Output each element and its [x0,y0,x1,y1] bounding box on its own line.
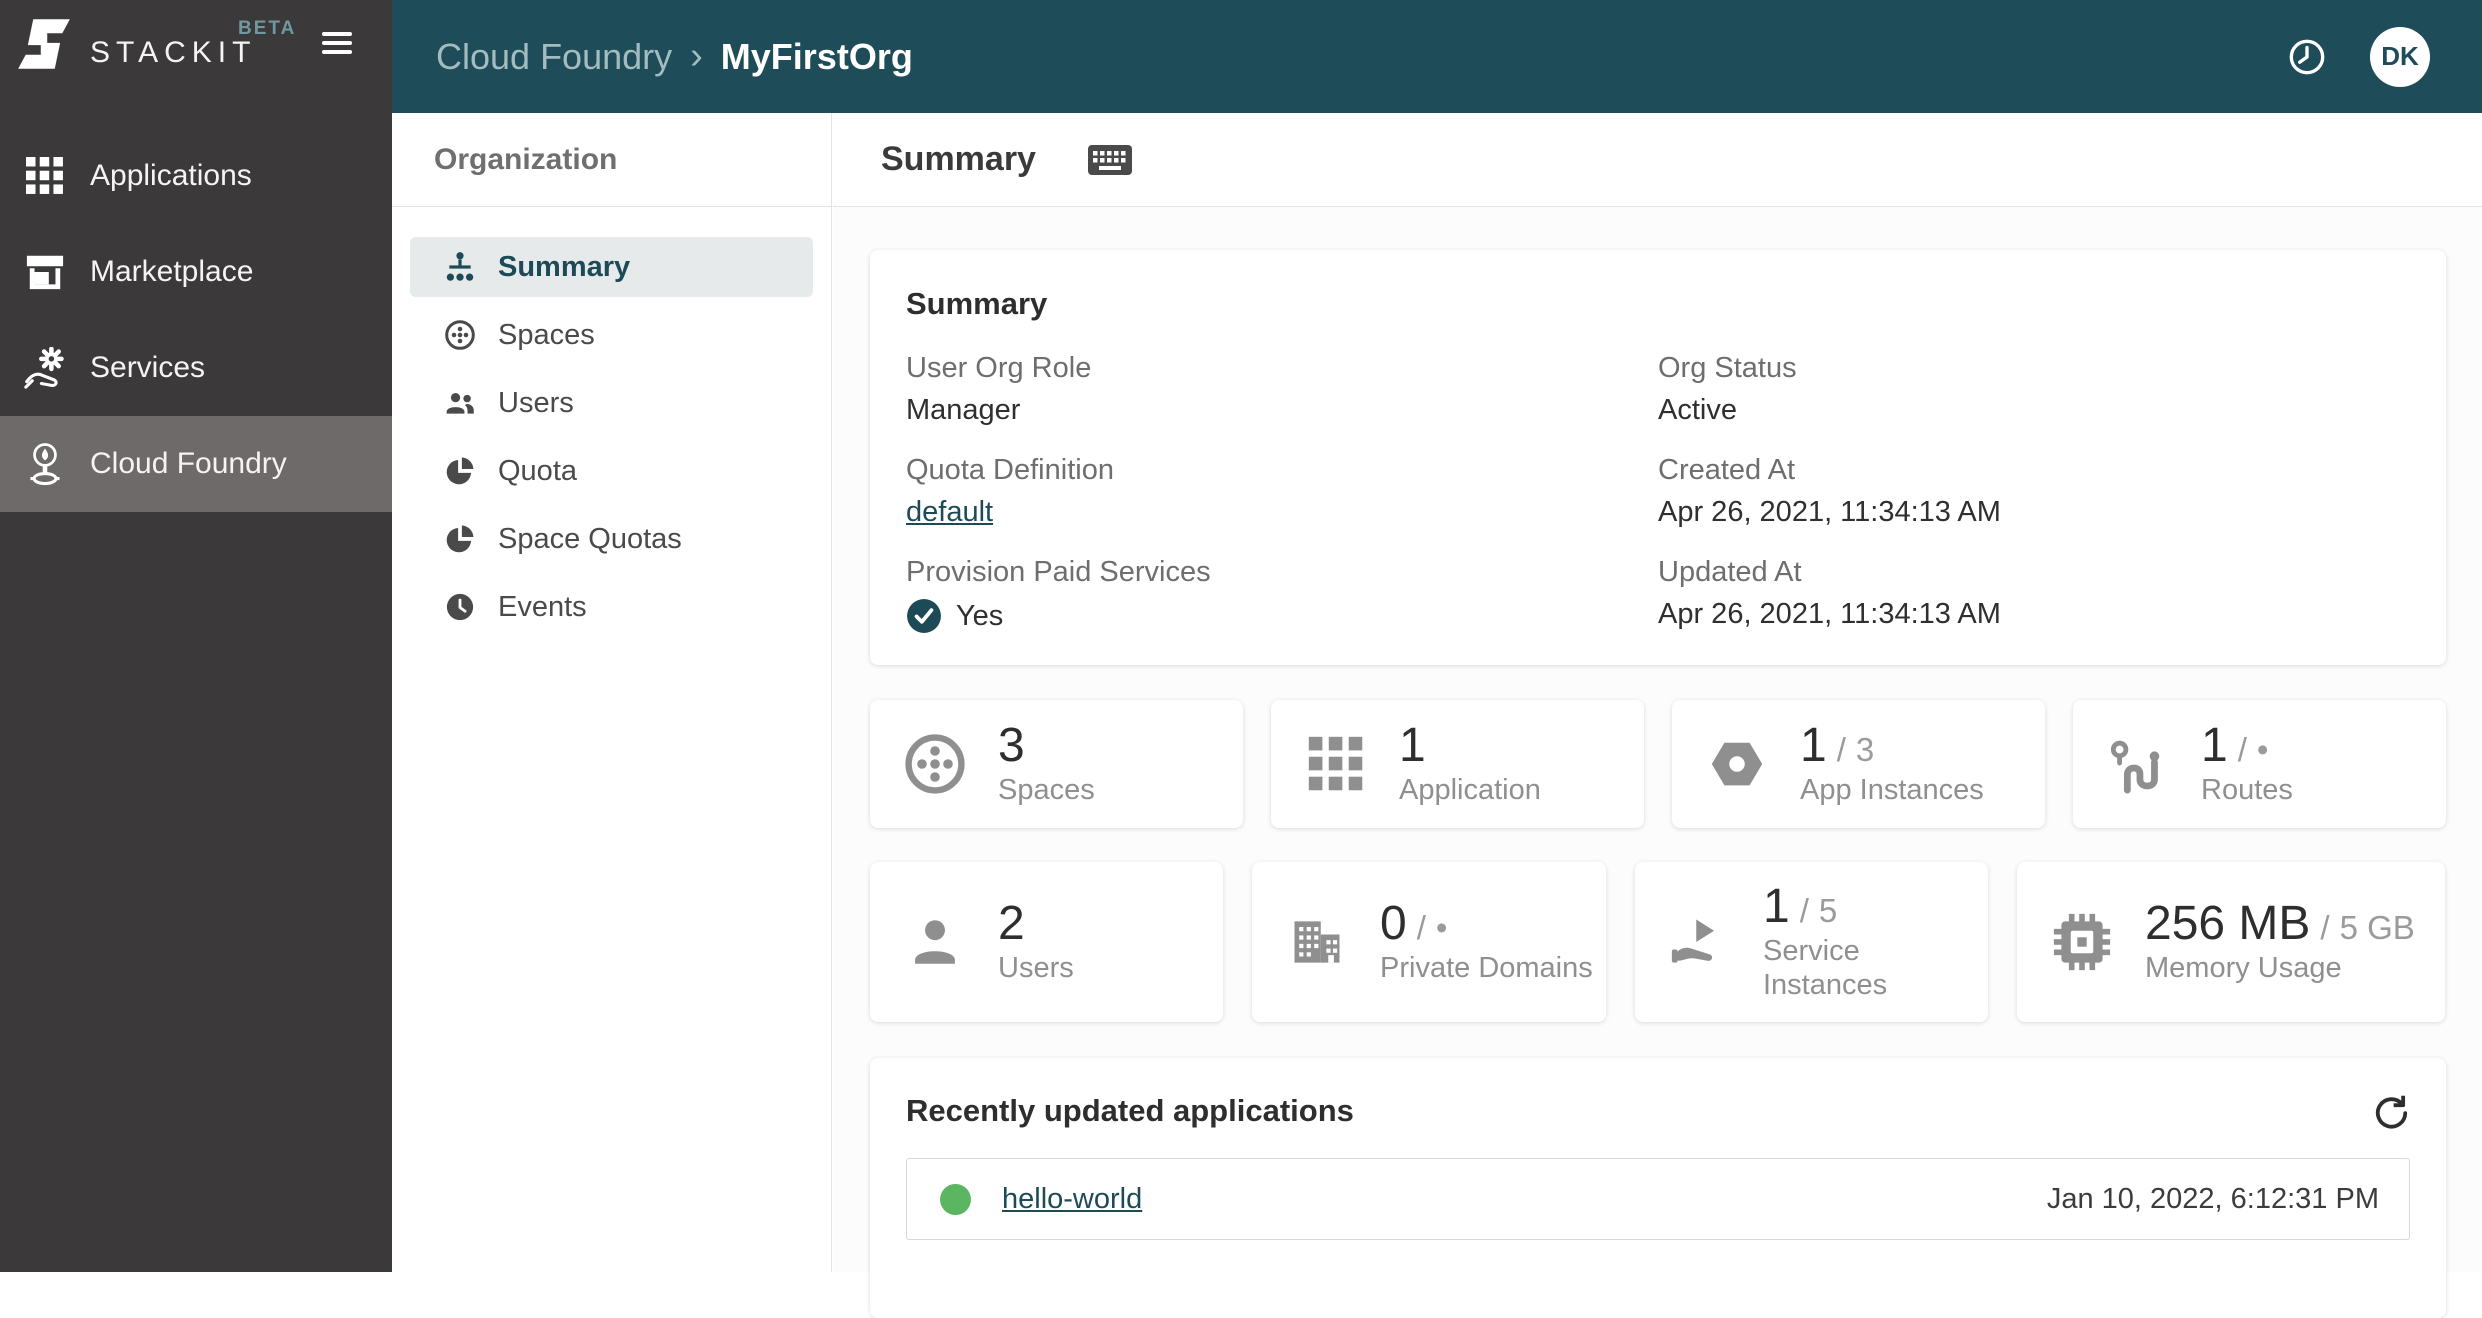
route-icon [2105,731,2171,797]
field-created-at: Created At Apr 26, 2021, 11:34:13 AM [1658,454,2001,528]
sidebar-item-label: Applications [90,159,252,192]
keyboard-shortcuts-icon[interactable] [1087,144,1132,175]
recent-apps-card: Recently updated applications hello-worl… [870,1058,2446,1318]
orgnav-item-label: Space Quotas [498,522,682,555]
breadcrumb-current: MyFirstOrg [720,35,913,77]
refresh-icon [2375,1095,2408,1129]
orgnav-item-summary[interactable]: Summary [410,237,813,297]
orgnav-item-label: Spaces [498,318,595,351]
field-user-org-role: User Org Role Manager [906,352,1092,426]
field-org-status: Org Status Active [1658,352,2410,427]
grid-icon [24,153,66,199]
stat-card-users: 2 Users [870,862,1223,1022]
storefront-icon [24,249,66,295]
menu-toggle-button[interactable] [322,32,352,58]
orgnav-item-label: Quota [498,454,577,487]
field-quota-definition: Quota Definition default [906,454,1114,528]
pie-chart-icon [444,523,476,555]
app-updated-timestamp: Jan 10, 2022, 6:12:31 PM [2046,1182,2379,1215]
person-icon [902,909,968,975]
sidebar-item-applications[interactable]: Applications [0,128,392,224]
summary-card: Summary User Org Role Manager Org Status… [870,250,2446,665]
main-content: Summary Summary User Org Role Manager Or… [833,113,2482,1318]
orgnav-item-quota[interactable]: Quota [410,441,813,501]
stat-card-routes: 1 / • Routes [2073,700,2446,828]
stat-card-spaces: 3 Spaces [870,700,1243,828]
circle-dots-icon [902,731,968,797]
breadcrumb-separator: › [690,35,703,77]
app-link[interactable]: hello-world [1002,1183,1142,1216]
main-body: Summary User Org Role Manager Org Status… [833,207,2482,1318]
provision-paid-value: Yes [956,599,1004,632]
page-title: Summary [881,140,1036,178]
orgnav-list: Summary Spaces Users Quota Space Quotas … [392,207,831,637]
people-icon [444,387,476,419]
orgnav-item-label: Events [498,590,587,623]
user-avatar[interactable]: DK [2370,26,2430,87]
beta-badge: BETA [238,18,297,39]
sidebar-item-label: Marketplace [90,255,254,288]
hexagon-icon [1704,731,1770,797]
summary-fields: User Org Role Manager Org Status Active … [906,352,2410,634]
sidebar-item-cloud-foundry[interactable]: Cloud Foundry [0,416,392,512]
org-sidebar: Organization Summary Spaces Users Quota … [392,113,832,1272]
circle-dots-icon [444,319,476,351]
stackit-logo-icon [18,19,70,69]
sidebar-item-services[interactable]: Services [0,320,392,416]
orgnav-item-label: Summary [498,250,631,283]
check-circle-icon [907,599,941,633]
stat-card-application: 1 Application [1271,700,1644,828]
topbar-actions: DK [2284,26,2430,87]
orgnav-item-space-quotas[interactable]: Space Quotas [410,509,813,569]
hand-play-icon [1667,909,1733,975]
brand-area: STACKIT BETA [0,0,392,113]
orgnav-item-spaces[interactable]: Spaces [410,305,813,365]
stat-card-service-instances: 1 / 5 Service Instances [1635,862,1988,1022]
summary-card-title: Summary [906,286,1048,321]
sidebar-item-label: Cloud Foundry [90,447,287,480]
sidebar-item-label: Services [90,351,206,384]
sidebar-item-marketplace[interactable]: Marketplace [0,224,392,320]
primary-nav: Applications Marketplace Services Cloud … [0,128,392,512]
breadcrumb-parent-link[interactable]: Cloud Foundry [436,36,672,78]
orgnav-item-label: Users [498,386,574,419]
stats-row-2: 2 Users 0 / • Private Domains 1 / 5 Serv… [870,862,2446,1022]
breadcrumb: Cloud Foundry › MyFirstOrg [436,35,913,78]
grid-icon [1303,731,1369,797]
quota-definition-link[interactable]: default [906,496,993,528]
clock-filled-icon [444,591,476,623]
app-list-row: hello-world Jan 10, 2022, 6:12:31 PM [906,1158,2410,1240]
app-status-running-dot [940,1183,971,1215]
field-provision-paid-services: Provision Paid Services Yes [906,556,1658,634]
memory-chip-icon [2049,909,2115,975]
balloon-pin-icon [24,441,66,487]
brand-wordmark: STACKIT [90,36,257,69]
stat-card-memory-usage: 256 MB / 5 GB Memory Usage [2017,862,2445,1022]
hand-gear-icon [24,345,66,391]
orgnav-item-users[interactable]: Users [410,373,813,433]
main-header: Summary [833,113,2482,207]
field-updated-at: Updated At Apr 26, 2021, 11:34:13 AM [1658,556,2001,630]
refresh-button[interactable] [2372,1092,2410,1130]
sitemap-icon [444,251,476,283]
pie-chart-icon [444,455,476,487]
orgnav-item-events[interactable]: Events [410,577,813,637]
topbar: Cloud Foundry › MyFirstOrg DK [392,0,2482,113]
primary-sidebar: STACKIT BETA Applications Marketplace Se… [0,0,392,1272]
stats-row-1: 3 Spaces 1 Application 1 / 3 App Instanc… [870,700,2446,828]
org-status-value: Active [1658,394,1737,426]
building-icon [1284,909,1350,975]
history-clock-button[interactable] [2284,34,2330,80]
stat-card-app-instances: 1 / 3 App Instances [1672,700,2045,828]
recent-apps-title: Recently updated applications [906,1093,1354,1128]
stat-card-private-domains: 0 / • Private Domains [1252,862,1606,1022]
orgnav-title: Organization [392,113,831,207]
clock-icon [2289,39,2325,74]
